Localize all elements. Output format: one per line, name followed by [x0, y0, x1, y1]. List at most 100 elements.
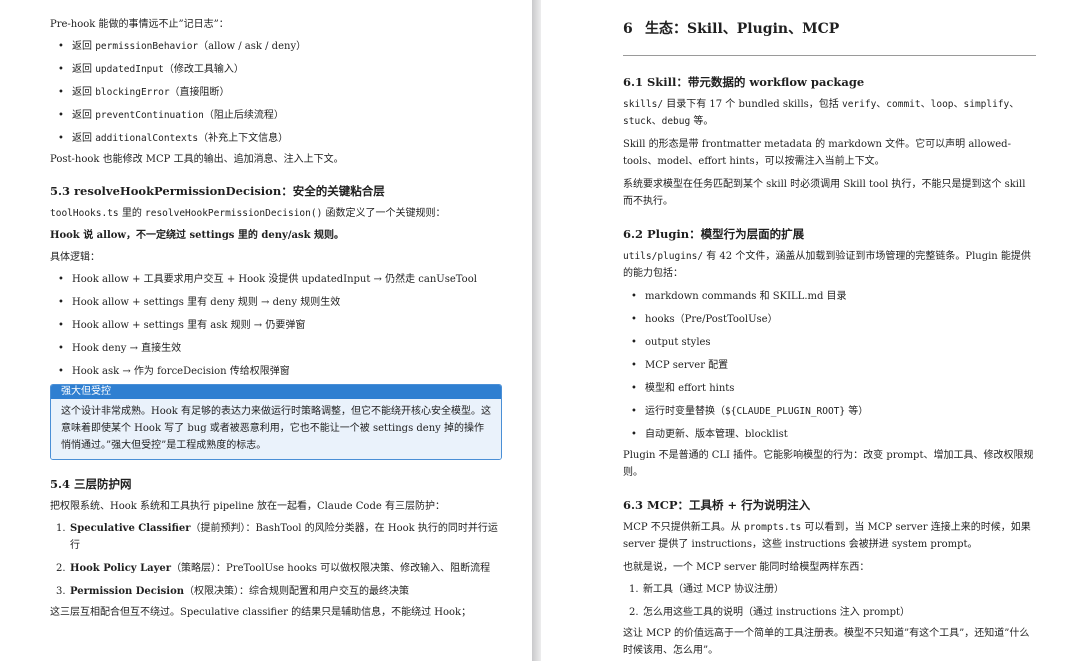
- list-marker: 1.: [56, 523, 66, 534]
- callout-body: 这个设计非常成熟。Hook 有足够的表达力来做运行时策略调整，但它不能绕开核心安…: [51, 399, 501, 459]
- section-title: Skill：带元数据的 workflow package: [647, 75, 865, 89]
- code-span: verify: [841, 99, 877, 110]
- section-5-4-heading: 5.4 三层防护网: [50, 475, 502, 493]
- plugins-paragraph: utils/plugins/ 有 42 个文件，涵盖从加载到验证到市场管理的完整…: [623, 248, 1036, 282]
- text-span: （直接阻断）: [169, 87, 230, 98]
- text-span: 返回: [72, 64, 96, 75]
- mcp-value-paragraph: 这让 MCP 的价值远高于一个简单的工具注册表。模型不只知道”有这个工具”，还知…: [623, 628, 1030, 656]
- separator: 、: [1009, 99, 1020, 110]
- list-item: Hook allow + 工具要求用户交互 + Hook 没提供 updated…: [50, 271, 502, 288]
- text-span: output styles: [645, 337, 711, 348]
- list-item: Hook allow + settings 里有 ask 规则 → 仍要弹窗: [50, 317, 502, 334]
- chapter-number: 6: [623, 21, 633, 37]
- logic-label: 具体逻辑：: [50, 252, 100, 263]
- list-item: 返回 permissionBehavior（allow / ask / deny…: [50, 38, 502, 55]
- text-span: （阻止后续流程）: [203, 110, 284, 121]
- text-span: （策略层）：PreToolUse hooks 可以做权限决策、修改输入、阻断流程: [171, 563, 491, 574]
- key-rule: Hook 说 allow，不一定绕过 settings 里的 deny/ask …: [50, 230, 345, 241]
- list-item: MCP server 配置: [623, 357, 1036, 374]
- chapter-rule: [623, 55, 1036, 56]
- plugin-capability-list: markdown commands 和 SKILL.md 目录 hooks（Pre…: [623, 288, 1036, 443]
- text-span: 函数定义了一个关键规则：: [322, 208, 446, 219]
- text-span: 目录下有 17 个 bundled skills，包括: [663, 99, 842, 110]
- separator: 、: [651, 116, 662, 127]
- code-span: toolHooks.ts: [50, 208, 119, 219]
- list-item: hooks（Pre/PostToolUse）: [623, 311, 1036, 328]
- mcp-paragraph: MCP 不只提供新工具。从 prompts.ts 可以看到，当 MCP serv…: [623, 519, 1036, 553]
- text-span: 等）: [845, 406, 869, 417]
- code-span: blockingError: [95, 87, 170, 98]
- list-item: 1. 新工具（通过 MCP 协议注册）: [623, 581, 1036, 598]
- code-span: simplify: [963, 99, 1010, 110]
- separator: 、: [953, 99, 964, 110]
- text-span: 怎么用这些工具的说明（通过 instructions 注入 prompt）: [643, 607, 911, 618]
- section-number: 5.4: [50, 477, 71, 491]
- chapter-6-heading: 6 生态：Skill、Plugin、MCP: [623, 18, 1036, 40]
- section-title: 三层防护网: [74, 477, 132, 491]
- list-item: markdown commands 和 SKILL.md 目录: [623, 288, 1036, 305]
- page-gap: [532, 0, 541, 661]
- skill-form-paragraph: Skill 的形态是带 frontmatter metadata 的 markd…: [623, 139, 1011, 167]
- code-span: commit: [886, 99, 921, 110]
- list-marker: 3.: [56, 586, 66, 597]
- list-item: 1. Speculative Classifier（提前预判）：BashTool …: [50, 520, 502, 554]
- document-page-right: 6 生态：Skill、Plugin、MCP 6.1 Skill：带元数据的 work…: [541, 0, 1080, 661]
- mcp-two-things: 也就是说，一个 MCP server 能同时给模型两样东西：: [623, 562, 870, 573]
- text-span: 返回: [72, 133, 96, 144]
- document-page-left: Pre-hook 能做的事情远不止”记日志”： 返回 permissionBeh…: [0, 0, 532, 661]
- text-span: （权限决策）：综合规则配置和用户交互的最终决策: [184, 586, 410, 597]
- list-item: 模型和 effort hints: [623, 380, 1036, 397]
- code-span: utils/plugins/: [623, 251, 704, 262]
- prehook-list: 返回 permissionBehavior（allow / ask / deny…: [50, 38, 502, 147]
- defense-intro: 把权限系统、Hook 系统和工具执行 pipeline 放在一起看，Claude…: [50, 501, 445, 512]
- callout-text: 这个设计非常成熟。Hook 有足够的表达力来做运行时策略调整，但它不能绕开核心安…: [61, 406, 491, 451]
- code-span: updatedInput: [95, 64, 164, 75]
- callout-box: 强大但受控 这个设计非常成熟。Hook 有足够的表达力来做运行时策略调整，但它不…: [50, 384, 502, 460]
- resolve-hook-paragraph: toolHooks.ts 里的 resolveHookPermissionDec…: [50, 205, 502, 222]
- code-span: prompts.ts: [743, 522, 802, 533]
- text-span: hooks（Pre/PostToolUse）: [645, 314, 778, 325]
- term: Permission Decision: [70, 586, 185, 597]
- section-6-1-heading: 6.1 Skill：带元数据的 workflow package: [623, 73, 1036, 91]
- term: Hook Policy Layer: [70, 563, 172, 574]
- list-item: 2. Hook Policy Layer（策略层）：PreToolUse hook…: [50, 560, 502, 577]
- defense-tail: 这三层互相配合但互不绕过。Speculative classifier 的结果只…: [50, 607, 472, 618]
- list-marker: 2.: [56, 563, 66, 574]
- text-span: 模型和 effort hints: [645, 383, 735, 394]
- callout-title: 强大但受控: [51, 385, 501, 399]
- text-span: 返回: [72, 41, 96, 52]
- separator: 、: [876, 99, 887, 110]
- list-item: 返回 additionalContexts（补充上下文信息）: [50, 130, 502, 147]
- defense-list: 1. Speculative Classifier（提前预判）：BashTool …: [50, 520, 502, 600]
- section-number: 6.2: [623, 227, 644, 241]
- list-item: 3. Permission Decision（权限决策）：综合规则配置和用户交互的…: [50, 583, 502, 600]
- section-5-3-heading: 5.3 resolveHookPermissionDecision：安全的关键粘合…: [50, 182, 502, 200]
- section-title: MCP：工具桥 + 行为说明注入: [647, 498, 811, 512]
- list-item: 自动更新、版本管理、blocklist: [623, 426, 1036, 443]
- text-span: （allow / ask / deny）: [198, 41, 307, 52]
- section-number: 6.3: [623, 498, 644, 512]
- section-title: Plugin：模型行为层面的扩展: [647, 227, 805, 241]
- section-6-3-heading: 6.3 MCP：工具桥 + 行为说明注入: [623, 496, 1036, 514]
- list-item: Hook allow + settings 里有 deny 规则 → deny …: [50, 294, 502, 311]
- code-span: additionalContexts: [95, 133, 199, 144]
- code-span: preventContinuation: [95, 110, 204, 121]
- code-span: permissionBehavior: [95, 41, 199, 52]
- section-number: 6.1: [623, 75, 644, 89]
- list-item: 返回 blockingError（直接阻断）: [50, 84, 502, 101]
- list-item: 2. 怎么用这些工具的说明（通过 instructions 注入 prompt）: [623, 604, 1036, 621]
- text-span: （修改工具输入）: [163, 64, 244, 75]
- chapter-title: 生态：Skill、Plugin、MCP: [645, 21, 840, 37]
- plugin-behavior-paragraph: Plugin 不是普通的 CLI 插件。它能影响模型的行为：改变 prompt、…: [623, 450, 1034, 478]
- separator: 、: [920, 99, 931, 110]
- text-span: MCP 不只提供新工具。从: [623, 522, 744, 533]
- posthook-paragraph: Post-hook 也能修改 MCP 工具的输出、追加消息、注入上下文。: [50, 154, 344, 165]
- list-item: output styles: [623, 334, 1036, 351]
- skills-paragraph: skills/ 目录下有 17 个 bundled skills，包括 veri…: [623, 96, 1036, 130]
- text-span: 运行时变量替换（: [645, 406, 725, 417]
- text-span: 自动更新、版本管理、blocklist: [645, 429, 788, 440]
- code-span: ${CLAUDE_PLUGIN_ROOT}: [725, 406, 846, 417]
- logic-list: Hook allow + 工具要求用户交互 + Hook 没提供 updated…: [50, 271, 502, 380]
- section-title: resolveHookPermissionDecision：安全的关键粘合层: [74, 184, 385, 198]
- text-span: （补充上下文信息）: [198, 133, 289, 144]
